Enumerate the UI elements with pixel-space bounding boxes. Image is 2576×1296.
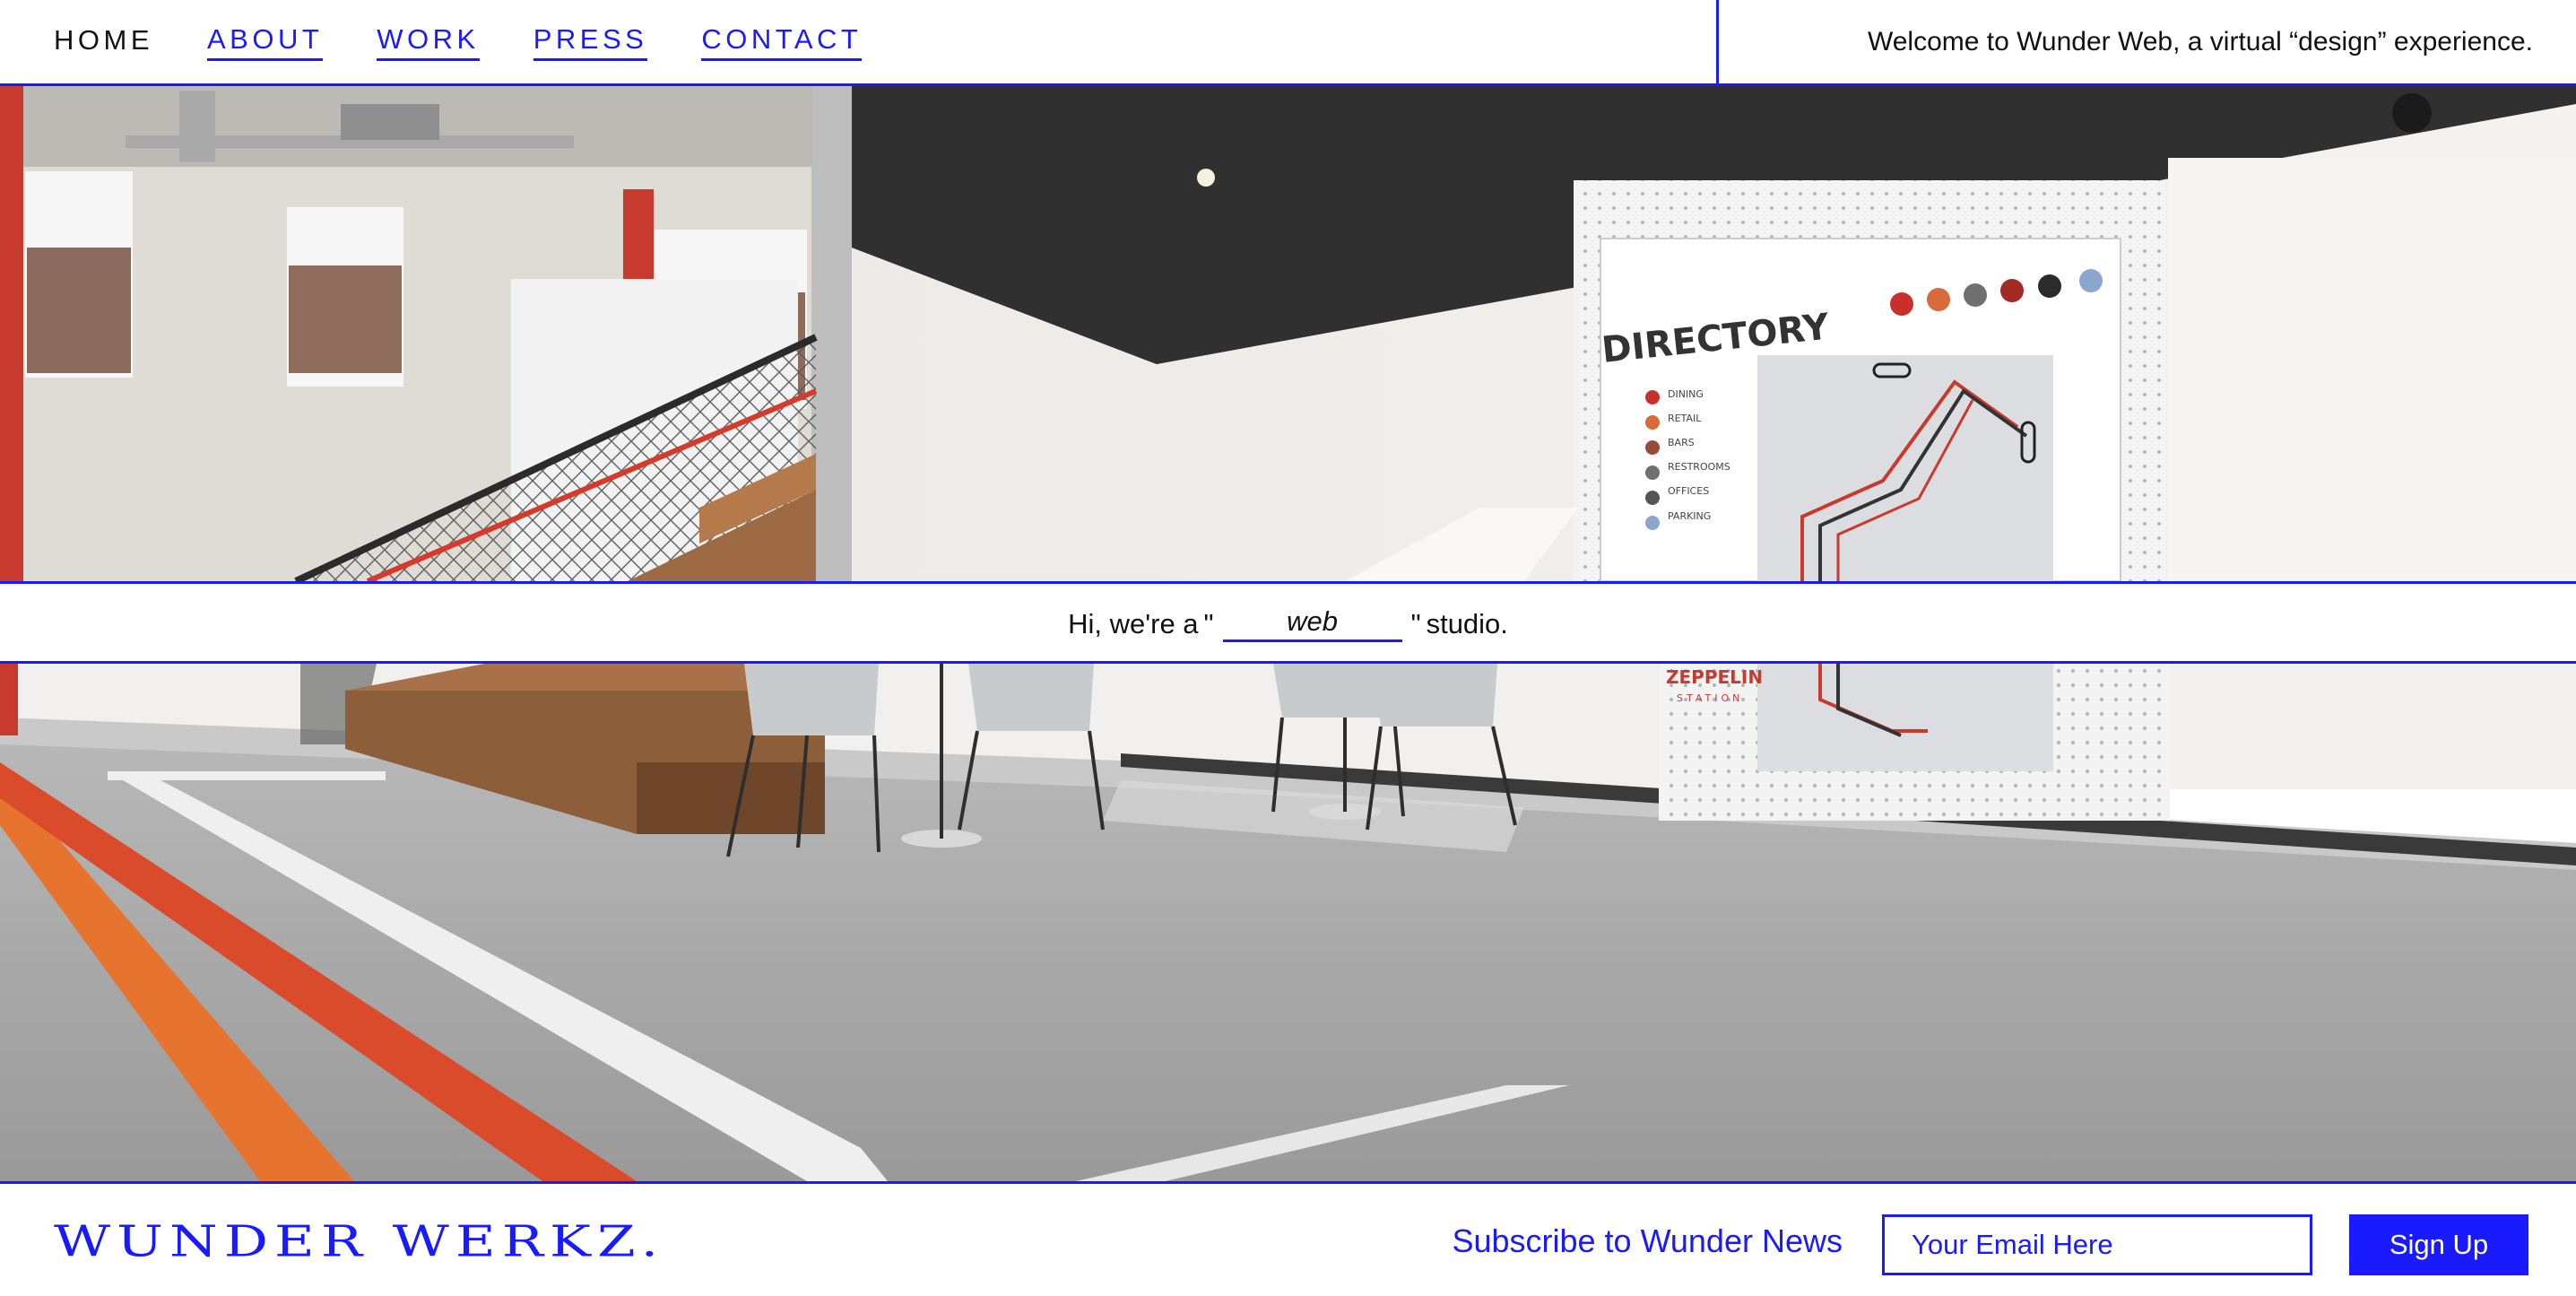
main-nav: HOME ABOUT WORK PRESS CONTACT bbox=[54, 0, 915, 83]
header-divider bbox=[1716, 0, 1719, 86]
welcome-message: Welcome to Wunder Web, a virtual “design… bbox=[1867, 26, 2533, 57]
tagline-suffix: studio. bbox=[1426, 607, 1508, 639]
directory-item-offices: OFFICES bbox=[1668, 485, 1709, 497]
nav-about[interactable]: ABOUT bbox=[207, 23, 324, 61]
zeppelin-station-sign: ZEPPELIN bbox=[1666, 666, 1763, 688]
brand-logo[interactable]: WUNDER WERKZ. bbox=[54, 1217, 664, 1266]
directory-item-parking: PARKING bbox=[1668, 510, 1711, 522]
directory-item-restrooms: RESTROOMS bbox=[1668, 461, 1730, 473]
nav-home[interactable]: HOME bbox=[54, 24, 153, 59]
tagline-word: web bbox=[1222, 605, 1402, 642]
directory-item-bars: BARS bbox=[1668, 437, 1695, 448]
hero-image-top: DIRECTORY DINING RETAIL BARS RESTROOMS O… bbox=[0, 86, 2576, 584]
nav-work[interactable]: WORK bbox=[377, 23, 480, 61]
hero-image-bottom: ZEPPELIN STATION bbox=[0, 661, 2576, 1184]
subscribe-label: Subscribe to Wunder News bbox=[1452, 1222, 1843, 1259]
tagline: Hi, we're a " web " studio. bbox=[0, 587, 2576, 661]
directory-item-dining: DINING bbox=[1668, 388, 1704, 400]
zeppelin-station-sign-sub: STATION bbox=[1677, 692, 1743, 704]
directory-item-retail: RETAIL bbox=[1668, 413, 1702, 424]
email-input[interactable] bbox=[1882, 1214, 2312, 1275]
tagline-prefix: Hi, we're a bbox=[1068, 607, 1199, 639]
tagline-open-quote: " bbox=[1203, 607, 1214, 639]
nav-contact[interactable]: CONTACT bbox=[701, 23, 863, 61]
site-header: HOME ABOUT WORK PRESS CONTACT Welcome to… bbox=[0, 0, 2576, 86]
tagline-close-quote: " bbox=[1410, 607, 1421, 639]
signup-button[interactable]: Sign Up bbox=[2349, 1214, 2528, 1275]
nav-press[interactable]: PRESS bbox=[533, 23, 648, 61]
site-footer: WUNDER WERKZ. Subscribe to Wunder News S… bbox=[0, 1187, 2576, 1296]
